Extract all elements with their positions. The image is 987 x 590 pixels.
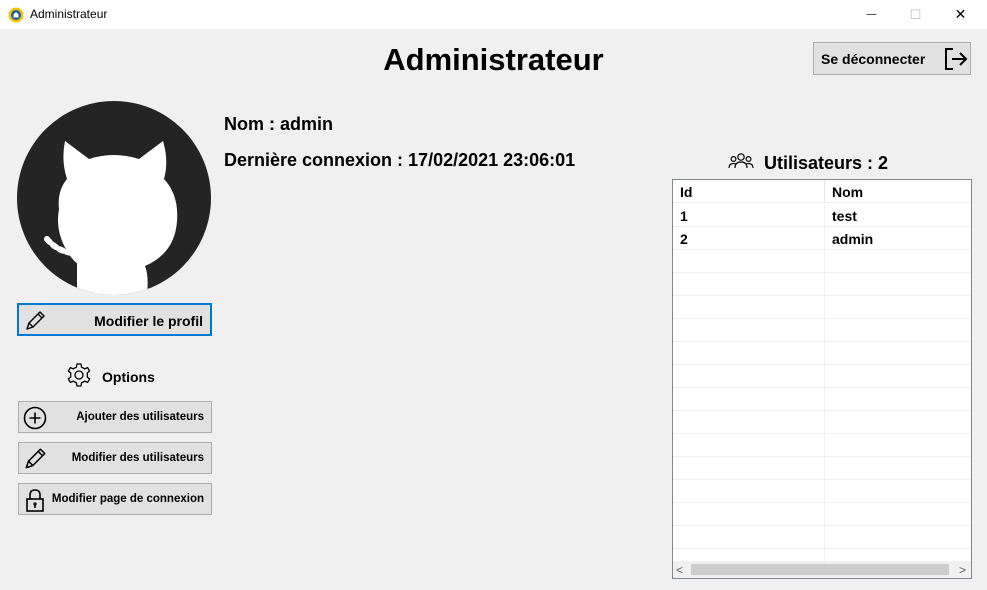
empty-cell [673,503,825,526]
empty-cell [673,388,825,411]
github-octocat-icon [44,141,178,295]
minimize-button[interactable]: — [849,0,894,29]
empty-cell [673,434,825,457]
logout-button[interactable]: Se déconnecter [813,42,971,75]
last-login: Dernière connexion : 17/02/2021 23:06:01 [224,150,576,170]
cell-id[interactable]: 1 [673,204,825,227]
close-button[interactable]: ✕ [938,0,983,29]
empty-table-row [673,434,971,457]
empty-table-row [673,250,971,273]
pencil-icon [26,311,45,330]
users-count: Utilisateurs : 2 [764,153,889,173]
empty-cell [825,388,971,411]
empty-cell [673,342,825,365]
gear-icon [67,363,91,387]
table-row[interactable]: 1 test [673,204,971,227]
empty-cell [825,342,971,365]
logout-label: Se déconnecter [821,51,926,67]
column-header-id[interactable]: Id [673,180,825,203]
empty-cell [825,296,971,319]
empty-table-row [673,319,971,342]
edit-users-button[interactable]: Modifier des utilisateurs [18,442,212,474]
window-titlebar: Administrateur — ☐ ✕ [0,0,987,29]
cell-id[interactable]: 2 [673,227,825,250]
column-header-nom[interactable]: Nom [825,180,971,203]
empty-cell [825,319,971,342]
scroll-left-icon[interactable]: < [676,563,683,577]
empty-table-row [673,457,971,480]
maximize-button[interactable]: ☐ [893,0,938,29]
scrollbar-thumb[interactable] [691,564,949,575]
avatar [17,101,211,295]
empty-table-row [673,296,971,319]
empty-cell [673,411,825,434]
empty-cell [673,250,825,273]
minimize-icon: — [866,9,877,20]
empty-cell [825,365,971,388]
empty-cell [673,273,825,296]
empty-table-row [673,480,971,503]
empty-cell [825,273,971,296]
empty-cell [825,503,971,526]
app-icon [8,7,24,23]
edit-login-page-label: Modifier page de connexion [51,493,204,505]
pencil-icon [25,448,46,469]
empty-cell [825,526,971,549]
profile-name: Nom : admin [224,114,334,134]
maximize-icon: ☐ [909,6,922,22]
table-row[interactable]: 2 admin [673,227,971,250]
cell-nom[interactable]: admin [825,227,971,250]
users-table[interactable]: Id Nom 1 test 2 admin < > [672,179,972,579]
empty-cell [673,319,825,342]
empty-table-row [673,342,971,365]
empty-cell [673,457,825,480]
logout-icon [945,48,968,70]
empty-table-row [673,411,971,434]
empty-table-row [673,388,971,411]
empty-table-row [673,273,971,296]
empty-cell [673,296,825,319]
empty-cell [825,434,971,457]
horizontal-scrollbar[interactable]: < > [673,561,971,578]
edit-users-label: Modifier des utilisateurs [71,452,204,464]
add-users-button[interactable]: Ajouter des utilisateurs [18,401,212,433]
empty-cell [825,480,971,503]
empty-table-row [673,365,971,388]
users-group-icon [728,153,754,169]
lock-icon [26,489,44,512]
empty-cell [673,526,825,549]
empty-cell [673,365,825,388]
close-icon: ✕ [954,6,967,22]
empty-cell [825,411,971,434]
edit-profile-label: Modifier le profil [94,313,203,329]
empty-cell [825,457,971,480]
edit-profile-button[interactable]: Modifier le profil [17,303,212,336]
table-header-row: Id Nom [673,180,971,203]
options-label: Options [102,369,155,385]
edit-login-page-button[interactable]: Modifier page de connexion [18,483,212,515]
empty-cell [673,480,825,503]
add-users-label: Ajouter des utilisateurs [76,411,204,423]
cell-nom[interactable]: test [825,204,971,227]
plus-circle-icon [23,406,47,430]
empty-table-row [673,503,971,526]
scroll-right-icon[interactable]: > [959,563,966,577]
empty-cell [825,250,971,273]
window-title: Administrateur [30,7,108,21]
empty-table-row [673,526,971,549]
